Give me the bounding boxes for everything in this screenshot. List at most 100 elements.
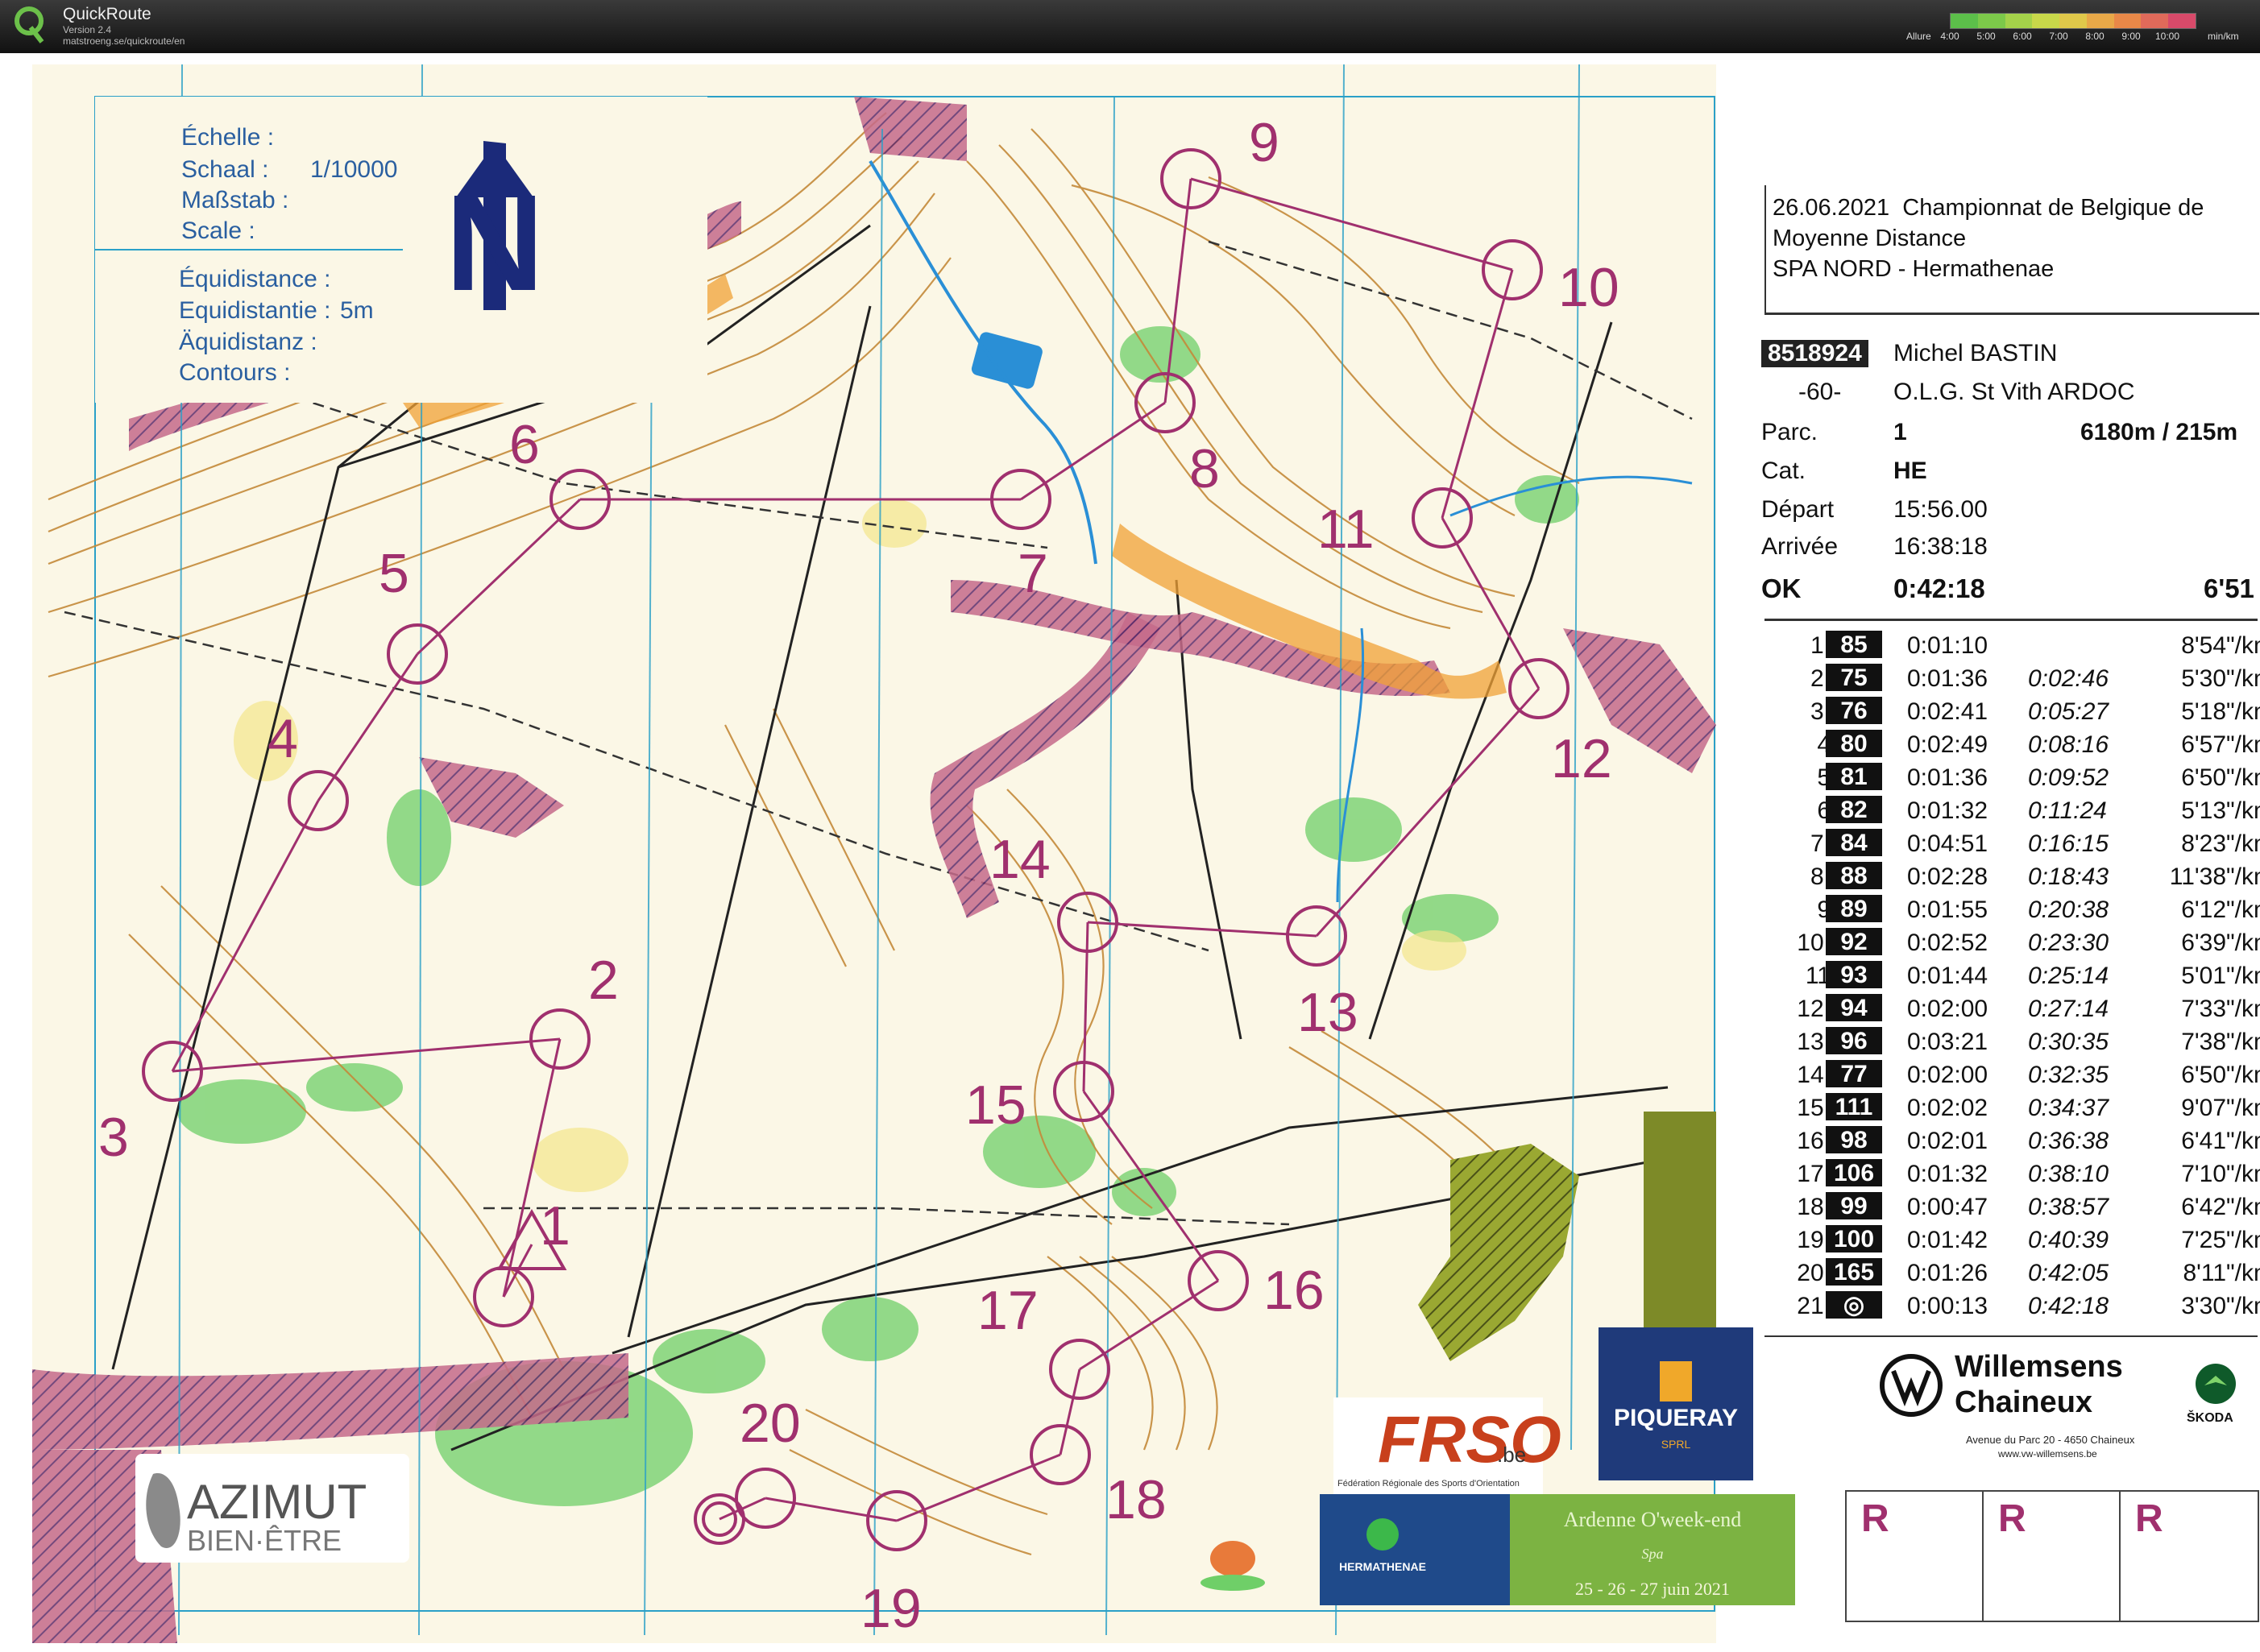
split-pace: 9'07"/km <box>2181 1095 2260 1121</box>
equidistance-label-en: Contours : <box>179 359 290 386</box>
scale-label-de: Maßstab : <box>181 187 288 213</box>
pace-legend-swatch <box>2141 14 2169 28</box>
punch-box-r3: R <box>2119 1490 2259 1622</box>
split-index: 4 <box>1817 731 1831 758</box>
split-cumulative-time: 0:38:10 <box>2028 1161 2109 1187</box>
split-index: 20. <box>1797 1260 1831 1286</box>
willemsens-sponsor: Willemsens Chaineux Avenue du Parc 20 - … <box>1877 1344 2256 1464</box>
north-letter: N <box>446 167 545 320</box>
split-row: 15.111 0:02:02 0:34:37 9'07"/km <box>1758 1093 2260 1125</box>
pace-legend-swatch <box>1977 14 2005 28</box>
pace-legend-gradient <box>1950 13 2196 29</box>
split-cumulative-time: 0:09:52 <box>2028 764 2109 791</box>
split-index: 7. <box>1810 830 1831 857</box>
split-cumulative-time: 0:05:27 <box>2028 698 2109 725</box>
frso-tld: .be <box>1497 1443 1526 1467</box>
piqueray-logo: PIQUERAY SPRL <box>1599 1327 1753 1480</box>
azimut-logo: AZIMUT BIEN·ÊTRE <box>135 1454 409 1563</box>
split-row: 8.88 0:02:28 0:18:43 11'38"/km <box>1758 862 2260 894</box>
split-index: 18. <box>1797 1194 1831 1220</box>
willemsens-address: Avenue du Parc 20 - 4650 Chaineux <box>1966 1434 2135 1446</box>
split-leg-time: 0:01:26 <box>1907 1260 1988 1286</box>
split-pace: 6'42"/km <box>2181 1194 2260 1220</box>
split-pace: 5'18"/km <box>2181 698 2260 725</box>
split-leg-time: 0:04:51 <box>1907 830 1988 857</box>
split-leg-time: 0:01:42 <box>1907 1227 1988 1253</box>
scale-label-nl: Schaal : <box>181 156 268 183</box>
app-version: Version 2.4 <box>63 24 112 35</box>
split-control-code: 81 <box>1826 763 1882 790</box>
piqueray-subtitle: SPRL <box>1661 1438 1691 1451</box>
split-index: 8. <box>1810 863 1831 890</box>
split-row: 2.75 0:01:36 0:02:46 5'30"/km <box>1758 664 2260 696</box>
split-pace: 6'41"/km <box>2181 1128 2260 1154</box>
split-pace: 5'30"/km <box>2181 665 2260 692</box>
split-leg-time: 0:01:10 <box>1907 632 1988 659</box>
finish-time: 16:38:18 <box>1893 533 1988 560</box>
pace-legend-swatch <box>2032 14 2060 28</box>
split-cumulative-time: 0:11:24 <box>2028 797 2107 824</box>
split-pace: 7'33"/km <box>2181 996 2260 1022</box>
event-date: 26.06.2021 <box>1773 195 1890 221</box>
split-index: 6 <box>1817 797 1831 824</box>
split-index: 1. <box>1810 632 1831 659</box>
split-pace: 7'38"/km <box>2181 1029 2260 1055</box>
split-row: 989 0:01:55 0:20:38 6'12"/km <box>1758 895 2260 927</box>
equidistance-value: 5m <box>340 297 374 324</box>
split-row: 10.92 0:02:52 0:23:30 6'39"/km <box>1758 928 2260 960</box>
frso-logo: FRSO .be Fédération Régionale des Sports… <box>1333 1397 1561 1494</box>
category-label: Cat. <box>1761 458 1806 484</box>
split-row: 13.96 0:03:21 0:30:35 7'38"/km <box>1758 1027 2260 1059</box>
split-row: 18.99 0:00:47 0:38:57 6'42"/km <box>1758 1192 2260 1224</box>
punch-box-r2: R <box>1982 1490 2122 1622</box>
split-control-code: 84 <box>1826 829 1882 856</box>
ardenne-dates: 25 - 26 - 27 juin 2021 <box>1575 1579 1730 1599</box>
split-leg-time: 0:02:00 <box>1907 996 1988 1022</box>
willemsens-location: Chaineux <box>1955 1385 2093 1419</box>
frso-text: FRSO <box>1378 1403 1561 1476</box>
north-arrow-icon: N <box>446 141 545 320</box>
split-row: 20.165 0:01:26 0:42:05 8'11"/km <box>1758 1258 2260 1290</box>
punch-box-label: R <box>1861 1497 1889 1540</box>
equidistance-label-de: Äquidistanz : <box>179 329 317 355</box>
pace-legend-tick: 8:00 <box>2085 31 2104 42</box>
average-pace: 6'51 <box>2204 573 2254 603</box>
course-label: Parc. <box>1761 419 1818 445</box>
split-pace: 5'13"/km <box>2181 797 2260 824</box>
split-index: 16. <box>1797 1128 1831 1154</box>
split-pace: 3'30"/km <box>2181 1293 2260 1319</box>
control-number: 17 <box>977 1280 1039 1341</box>
control-number: 20 <box>740 1393 801 1454</box>
split-index: 17. <box>1797 1161 1831 1187</box>
azimut-text: AZIMUT <box>187 1475 367 1529</box>
split-leg-time: 0:01:55 <box>1907 896 1988 923</box>
category-value: HE <box>1893 458 1927 484</box>
pace-legend-label: Allure <box>1906 31 1931 42</box>
split-cumulative-time: 0:38:57 <box>2028 1194 2109 1220</box>
split-control-code: 96 <box>1826 1027 1882 1054</box>
scale-block: Échelle : Schaal : Maßstab : Scale : 1/1… <box>95 97 707 403</box>
event-name-line2: Moyenne Distance <box>1773 226 1967 251</box>
equidistance-label-nl: Equidistantie : <box>179 297 330 324</box>
split-row: 21.◎ 0:00:13 0:42:18 3'30"/km <box>1758 1291 2260 1323</box>
results-panel: 26.06.2021 Championnat de Belgique de Mo… <box>1758 185 2260 1345</box>
punch-box-r1: R <box>1845 1490 1985 1622</box>
pace-legend-swatch <box>2086 14 2114 28</box>
split-index: 3. <box>1810 698 1831 725</box>
pace-legend-swatch <box>2005 14 2033 28</box>
control-number: 10 <box>1558 257 1619 318</box>
event-name-line1: Championnat de Belgique de <box>1902 195 2204 221</box>
split-row: 1.85 0:01:10 8'54"/km <box>1758 631 2260 663</box>
split-row: 14.77 0:02:00 0:32:35 6'50"/km <box>1758 1060 2260 1092</box>
split-control-code: 100 <box>1826 1225 1882 1252</box>
control-number: 13 <box>1297 982 1358 1043</box>
start-label: Départ <box>1761 496 1835 523</box>
control-number: 12 <box>1551 728 1612 789</box>
split-pace: 8'11"/km <box>2183 1260 2260 1286</box>
split-row: 12.94 0:02:00 0:27:14 7'33"/km <box>1758 994 2260 1026</box>
pace-legend-swatch <box>2113 14 2142 28</box>
control-number: 18 <box>1105 1469 1167 1530</box>
split-control-code: 92 <box>1826 928 1882 955</box>
control-number: 6 <box>509 414 540 475</box>
split-pace: 6'50"/km <box>2181 764 2260 791</box>
